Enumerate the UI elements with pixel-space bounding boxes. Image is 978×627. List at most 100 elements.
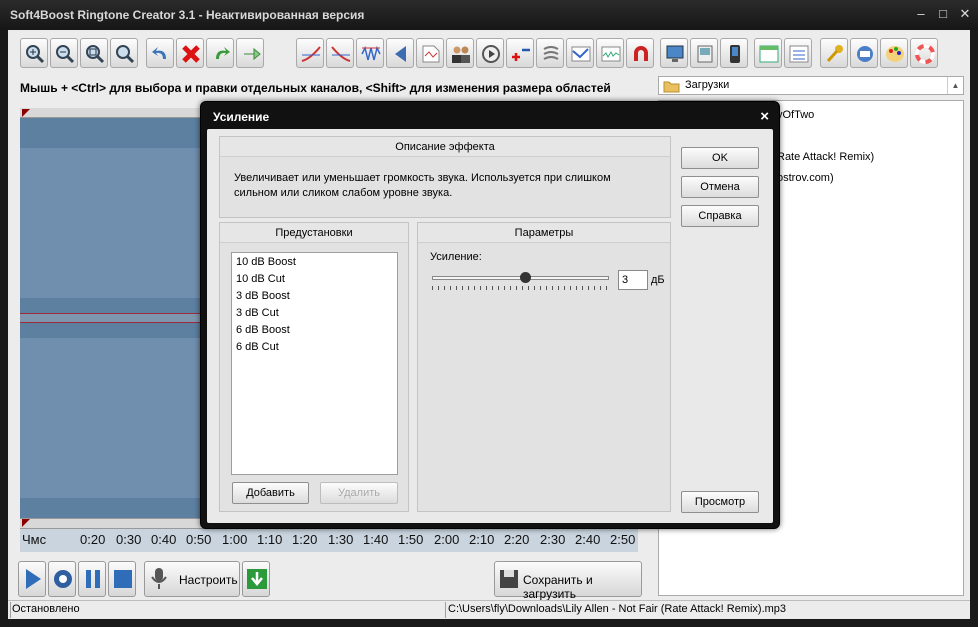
gain-slider-ticks	[432, 286, 609, 290]
time-tick: 1:30	[328, 532, 354, 547]
folder-selector[interactable]: Загрузки ▲	[658, 76, 964, 95]
ok-button[interactable]: OK	[681, 147, 759, 169]
presets-list[interactable]: 10 dB Boost 10 dB Cut 3 dB Boost 3 dB Cu…	[231, 252, 398, 475]
amplify-dialog: Усиление × Описание эффекта Увеличивает …	[200, 101, 780, 529]
pause-button[interactable]	[78, 561, 106, 597]
time-tick: 2:10	[469, 532, 495, 547]
list-button[interactable]	[784, 38, 812, 68]
zoom-100-icon	[116, 45, 135, 64]
description-header: Описание эффекта	[220, 137, 670, 157]
gain-slider-thumb[interactable]	[520, 272, 532, 283]
magnet-button[interactable]	[626, 38, 654, 68]
fade-out-icon	[331, 46, 351, 62]
monitor-button[interactable]	[660, 38, 688, 68]
speed-icon	[482, 45, 500, 63]
dropdown-arrow-icon[interactable]: ▲	[947, 77, 963, 94]
save-and-upload-button[interactable]: Сохранить и загрузить	[494, 561, 642, 601]
dialog-close-button[interactable]: ×	[760, 108, 769, 125]
preset-item[interactable]: 6 dB Cut	[236, 341, 279, 353]
download-icon	[247, 569, 267, 589]
time-tick: 1:00	[222, 532, 248, 547]
setup-label: Настроить	[179, 573, 238, 587]
echo-button[interactable]	[536, 38, 564, 68]
amplify-button[interactable]	[506, 38, 534, 68]
echo-icon	[543, 46, 559, 60]
preset-item[interactable]: 3 dB Boost	[236, 290, 290, 302]
keyboard-button[interactable]	[850, 38, 878, 68]
preview-button[interactable]: Просмотр	[681, 491, 759, 513]
status-bar: Остановлено C:\Users\fly\Downloads\Lily …	[8, 600, 970, 619]
maximize-button[interactable]: □	[934, 6, 952, 22]
help-button[interactable]: Справка	[681, 205, 759, 227]
preset-item[interactable]: 10 dB Boost	[236, 256, 296, 268]
key-button[interactable]	[820, 38, 848, 68]
stop-icon	[114, 570, 132, 588]
silence-button[interactable]	[416, 38, 444, 68]
zoom-in-icon	[26, 45, 45, 64]
time-tick: 0:40	[151, 532, 177, 547]
frame-button[interactable]	[754, 38, 782, 68]
start-marker[interactable]	[22, 109, 30, 117]
phone-button[interactable]	[720, 38, 748, 68]
cancel-button[interactable]: Отмена	[681, 176, 759, 198]
frame-icon	[759, 45, 779, 63]
time-tick: 1:10	[257, 532, 283, 547]
status-path: C:\Users\fly\Downloads\Lily Allen - Not …	[448, 603, 787, 615]
parameters-panel: Параметры Усиление: дБ	[417, 222, 671, 512]
fade-out-button[interactable]	[326, 38, 354, 68]
file-item[interactable]: yOfTwo	[777, 109, 814, 121]
palette-button[interactable]	[880, 38, 908, 68]
play-icon	[26, 569, 41, 589]
stop-button[interactable]	[108, 561, 136, 597]
dialog-title: Усиление	[213, 110, 270, 124]
zoom-out-icon	[56, 45, 75, 64]
folder-name: Загрузки	[685, 79, 730, 91]
redo-button[interactable]	[206, 38, 234, 68]
delete-button[interactable]	[176, 38, 204, 68]
normalize-button[interactable]	[356, 38, 384, 68]
device-button[interactable]	[690, 38, 718, 68]
time-tick: 2:00	[434, 532, 460, 547]
play-button[interactable]	[18, 561, 46, 597]
zoom-out-button[interactable]	[50, 38, 78, 68]
fade-in-button[interactable]	[296, 38, 324, 68]
file-item[interactable]: Rate Attack! Remix)	[777, 151, 874, 163]
minimize-button[interactable]: –	[912, 6, 930, 22]
close-button[interactable]: ✕	[956, 6, 974, 22]
time-tick: 2:20	[504, 532, 530, 547]
save-label: Сохранить и загрузить	[523, 573, 593, 601]
monitor-icon	[666, 45, 684, 62]
undo-button[interactable]	[146, 38, 174, 68]
speed-button[interactable]	[476, 38, 504, 68]
preset-item[interactable]: 10 dB Cut	[236, 273, 285, 285]
forward-button[interactable]	[236, 38, 264, 68]
record-button[interactable]	[48, 561, 76, 597]
keyboard-icon	[857, 46, 873, 62]
end-marker[interactable]	[22, 519, 30, 527]
save-icon	[500, 570, 518, 588]
help-button[interactable]	[910, 38, 938, 68]
zoom-fit-button[interactable]	[80, 38, 108, 68]
time-tick: 0:20	[80, 532, 106, 547]
gain-unit: дБ	[651, 274, 665, 286]
preset-item[interactable]: 6 dB Boost	[236, 324, 290, 336]
gain-label: Усиление:	[430, 251, 482, 263]
equalizer-button[interactable]	[566, 38, 594, 68]
add-preset-button[interactable]: Добавить	[232, 482, 309, 504]
noise-button[interactable]	[596, 38, 624, 68]
people-button[interactable]	[446, 38, 474, 68]
setup-button[interactable]: Настроить	[144, 561, 240, 597]
zoom-in-button[interactable]	[20, 38, 48, 68]
download-button[interactable]	[242, 561, 270, 597]
file-item[interactable]: ostrov.com)	[777, 172, 834, 184]
reverse-button[interactable]	[386, 38, 414, 68]
time-tick: 0:50	[186, 532, 212, 547]
zoom-100-button[interactable]	[110, 38, 138, 68]
delete-preset-button[interactable]: Удалить	[320, 482, 398, 504]
folder-icon	[663, 81, 680, 93]
preset-item[interactable]: 3 dB Cut	[236, 307, 279, 319]
description-panel: Описание эффекта Увеличивает или уменьша…	[219, 136, 671, 218]
gain-value-input[interactable]	[618, 270, 648, 290]
parameters-header: Параметры	[418, 223, 670, 243]
people-icon	[452, 46, 470, 63]
